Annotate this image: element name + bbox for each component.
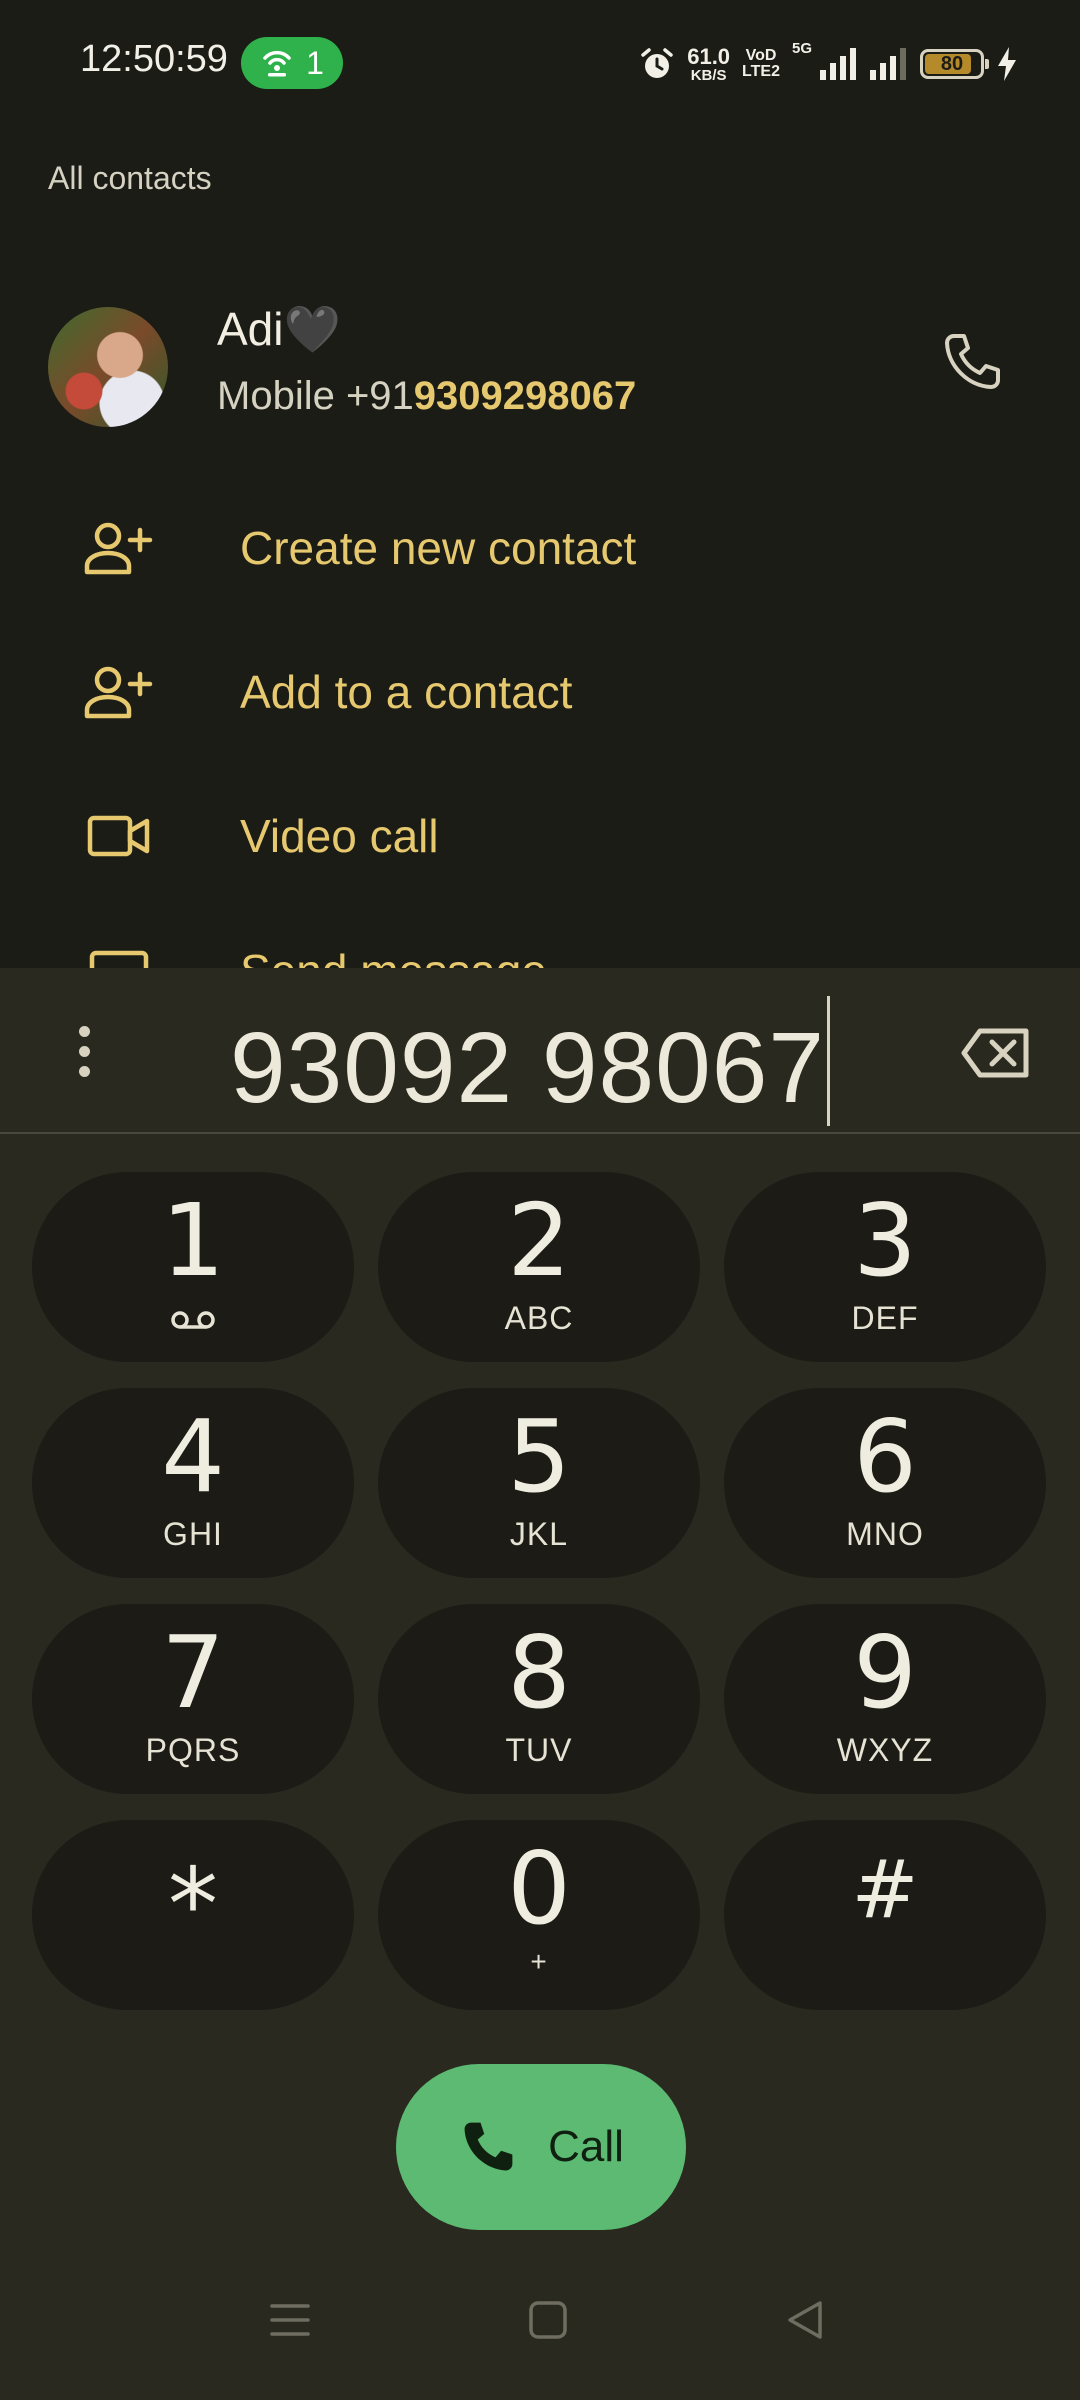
key-letters: WXYZ (836, 1732, 934, 1768)
status-bar: 12:50:59 1 61.0 KB/S VoD LTE2 5G 80 (0, 0, 1080, 128)
key-letters: DEF (851, 1300, 919, 1336)
contact-suggestion[interactable]: Adi🖤 Mobile +919309298067 (0, 290, 1080, 440)
key-digit: 2 (507, 1182, 571, 1299)
key-letters: MNO (846, 1516, 924, 1552)
battery-level: 80 (940, 52, 964, 75)
key-letters: JKL (509, 1516, 569, 1552)
key-digit: * (168, 1846, 218, 1963)
send-message-action[interactable]: Send message (0, 940, 1080, 968)
key-digit: 1 (161, 1182, 225, 1299)
text-cursor (826, 996, 830, 1126)
contact-call-button[interactable] (940, 330, 1004, 394)
dialpad-key-0[interactable]: 0 + (378, 1820, 700, 2010)
voicemail-icon (32, 1310, 354, 1330)
status-time: 12:50:59 (80, 38, 228, 80)
home-button[interactable] (518, 2290, 578, 2350)
hotspot-icon (263, 50, 291, 77)
more-options-button[interactable] (60, 1016, 108, 1086)
key-digit: 5 (507, 1398, 571, 1515)
hotspot-count: 1 (306, 44, 324, 81)
key-digit: 4 (161, 1398, 225, 1515)
key-letters: + (530, 1946, 548, 1977)
key-digit: 3 (853, 1182, 917, 1299)
volte-bottom: LTE2 (742, 63, 780, 80)
dialpad-sheet: 93092 98067 1 2 ABC 3 DEF 4 GHI 5 JKL 6 … (0, 968, 1080, 2400)
volte-top: VoD (745, 47, 777, 64)
contact-number: Mobile +919309298067 (217, 374, 636, 419)
signal-strength-icon (820, 48, 856, 80)
charging-icon (998, 47, 1016, 81)
speed-unit: KB/S (690, 66, 727, 84)
contact-number-label: Mobile +91 (217, 374, 414, 418)
message-icon (82, 950, 156, 968)
dialed-number-field[interactable]: 93092 98067 (230, 996, 830, 1126)
dialpad-key-6[interactable]: 6 MNO (724, 1388, 1046, 1578)
more-dot-icon (78, 1045, 90, 1057)
speed-value: 61.0 (687, 43, 731, 69)
dialed-number: 93092 98067 (230, 1012, 825, 1124)
system-navigation-bar (0, 2240, 1080, 2400)
dialpad-key-7[interactable]: 7 PQRS (32, 1604, 354, 1794)
contact-number-match: 9309298067 (413, 374, 637, 418)
key-digit: 8 (507, 1614, 571, 1731)
call-button-label: Call (548, 2122, 624, 2171)
status-icons: 61.0 KB/S VoD LTE2 5G 80 (639, 40, 1018, 88)
key-letters: ABC (504, 1300, 574, 1336)
signal-strength-2-icon (870, 48, 906, 80)
all-contacts-header: All contacts (48, 160, 212, 196)
key-digit: 9 (853, 1614, 917, 1731)
network-type: 5G (791, 40, 812, 57)
add-person-icon (82, 511, 156, 585)
video-camera-icon (82, 799, 156, 873)
volte-indicator: VoD LTE2 (742, 48, 780, 80)
dialpad-key-4[interactable]: 4 GHI (32, 1388, 354, 1578)
backspace-button[interactable] (960, 1026, 1032, 1080)
dialpad-key-5[interactable]: 5 JKL (378, 1388, 700, 1578)
hotspot-indicator[interactable]: 1 (241, 37, 343, 89)
menu-icon (270, 2304, 310, 2336)
add-to-contact-action[interactable]: Add to a contact (0, 632, 1080, 752)
key-digit: 0 (507, 1830, 571, 1947)
add-person-icon (82, 655, 156, 729)
backspace-icon (961, 1028, 1029, 1078)
recents-button[interactable] (260, 2290, 320, 2350)
phone-icon (464, 2122, 513, 2171)
dialpad-key-3[interactable]: 3 DEF (724, 1172, 1046, 1362)
video-call-action[interactable]: Video call (0, 776, 1080, 896)
key-digit: 6 (853, 1398, 917, 1515)
back-button[interactable] (776, 2290, 836, 2350)
dialpad-key-9[interactable]: 9 WXYZ (724, 1604, 1046, 1794)
key-digit: 7 (161, 1614, 225, 1731)
call-button[interactable]: Call (396, 2064, 686, 2230)
video-call-label: Video call (240, 810, 439, 862)
home-square-icon (529, 2301, 567, 2339)
phone-icon (945, 334, 1000, 389)
number-entry-bar: 93092 98067 (0, 968, 1080, 1134)
network-speed: 61.0 KB/S (687, 43, 731, 84)
create-new-contact-label: Create new contact (240, 522, 637, 574)
key-letters: TUV (505, 1732, 573, 1768)
key-digit: # (851, 1843, 919, 1936)
dialpad-key-hash[interactable]: # (724, 1820, 1046, 2010)
dialpad-key-8[interactable]: 8 TUV (378, 1604, 700, 1794)
key-letters: PQRS (145, 1732, 241, 1768)
create-new-contact-action[interactable]: Create new contact (0, 488, 1080, 608)
dialpad-key-star[interactable]: * (32, 1820, 354, 2010)
alarm-icon (641, 48, 673, 78)
avatar (48, 307, 168, 427)
battery-indicator: 80 (920, 49, 989, 79)
send-message-label: Send message (240, 944, 547, 968)
dialpad-key-2[interactable]: 2 ABC (378, 1172, 700, 1362)
dialpad-key-1[interactable]: 1 (32, 1172, 354, 1362)
add-to-contact-label: Add to a contact (240, 666, 573, 718)
more-dot-icon (78, 1065, 90, 1077)
key-letters: GHI (163, 1516, 223, 1552)
back-triangle-icon (788, 2301, 822, 2339)
contact-name: Adi🖤 (217, 303, 341, 355)
more-dot-icon (78, 1025, 90, 1037)
